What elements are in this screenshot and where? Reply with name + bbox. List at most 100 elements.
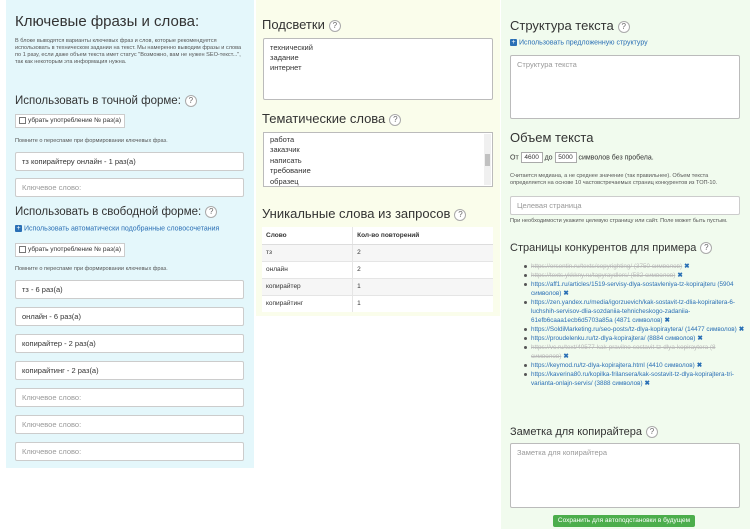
table-row: онлайн 2 [262,260,493,278]
list-item[interactable]: https://aff1.ru/articles/1519-servisy-dl… [523,280,745,298]
scrollbar-thumb[interactable] [485,154,490,166]
list-item[interactable]: https://SoldiMarketing.ru/seo-posts/tz-d… [523,325,745,334]
volume-from-input[interactable]: 4600 [520,152,543,163]
list-item[interactable]: https://ersentin.ru/texts/copyrighting/ … [523,262,745,271]
highlights-textarea[interactable]: технический задание интернет [263,38,493,100]
competitor-count: (14477 символов) [685,326,737,333]
list-item[interactable]: https://vc.ru/text/40577-kak-pravilno-so… [523,343,745,361]
use-suggested-structure-label: Использовать предложенную структуру [519,39,648,47]
question-circle-icon[interactable]: ? [184,95,197,107]
question-circle-icon[interactable]: ? [617,20,630,33]
remove-x-icon[interactable]: ✖ [697,334,702,343]
thematic-title: Тематические слова? [262,111,402,126]
exact-keyword-field-1[interactable]: тз копирайтеру онлайн - 1 раз(а) [15,152,244,171]
remove-x-icon[interactable]: ✖ [645,379,650,388]
competitor-link[interactable]: https://proudelenku.ru/tz-dlya-kopirajte… [531,335,645,342]
free-form-title: Использовать в свободной форме:? [15,206,218,219]
keywords-title: Ключевые фразы и слова: [15,13,200,30]
table-row: копирайтер 1 [262,277,493,295]
competitor-link[interactable]: https://texts.ykkkny.ru/tapyraydlers/ [531,272,629,279]
unique-words-title: Уникальные слова из запросов? [262,206,467,221]
plus-square-icon: + [510,39,517,46]
thematic-word: заказчик [270,145,300,155]
remove-x-icon[interactable]: ✖ [665,316,670,325]
competitor-count: (8884 символов) [647,335,696,342]
thematic-scrollbar[interactable] [484,134,491,185]
free-keyword-field-7[interactable]: Ключевое слово: [15,442,244,461]
free-keyword-field-3[interactable]: копирайтер - 2 раз(а) [15,334,244,353]
volume-to-input[interactable]: 5000 [554,152,577,163]
table-cell: 2 [352,260,493,278]
remove-x-icon[interactable]: ✖ [563,352,568,361]
highlight-line: интернет [270,63,302,72]
structure-panel: Структура текста? + Использовать предложе… [501,0,750,529]
use-suggested-structure-link[interactable]: + Использовать предложенную структуру [510,39,648,46]
exact-form-title: Использовать в точной форме:? [15,95,197,107]
competitor-count: (3888 символов) [594,380,643,387]
question-circle-icon[interactable]: ? [328,19,341,32]
use-auto-phrases-link[interactable]: + Использовать автоматически подобранные … [15,225,219,232]
question-circle-icon[interactable]: ? [700,242,713,255]
thematic-word: написать [270,155,302,165]
exact-keyword-field-2[interactable]: Ключевое слово: [15,178,244,197]
free-remove-count-checkbox[interactable]: убрать употребление № раз(а) [15,243,126,257]
list-item[interactable]: https://zen.yandex.ru/media/igorzuevich/… [523,298,745,325]
list-item[interactable]: https://kaverina80.ru/kopilka-frilansera… [523,370,745,388]
remove-x-icon[interactable]: ✖ [677,271,682,280]
remove-x-icon[interactable]: ✖ [563,289,568,298]
table-cell: копирайтинг [262,294,353,312]
table-cell: копирайтер [262,277,353,295]
thematic-word: требование [270,166,311,176]
highlight-line: задание [270,53,299,62]
checkbox-label: убрать употребление № раз(а) [28,117,122,124]
remove-x-icon[interactable]: ✖ [739,325,744,334]
save-for-autofill-button[interactable]: Сохранить для автоподстановки в будущем [553,515,695,527]
competitor-link[interactable]: https://vc.ru/text/40577-kak-pravilno-so… [531,344,708,351]
volume-range: От 4600 до 5000 символов без пробела. [510,152,654,163]
free-keyword-field-4[interactable]: копирайтинг - 2 раз(а) [15,361,244,380]
thematic-title-text: Тематические слова [262,111,386,126]
list-item[interactable]: https://texts.ykkkny.ru/tapyraydlers/ (5… [523,271,745,280]
highlight-line: технический [270,43,313,52]
list-item[interactable]: https://proudelenku.ru/tz-dlya-kopirajte… [523,334,745,343]
competitor-link[interactable]: https://keymod.ru/tz-dlya-kopirajtera.ht… [531,362,645,369]
competitor-link[interactable]: https://aff1.ru/articles/1519-servisy-dl… [531,281,716,288]
question-circle-icon[interactable]: ? [454,208,467,221]
table-cell: онлайн [262,260,353,278]
column-header: Слово [262,227,353,245]
competitor-count: (582 символов) [630,272,676,279]
question-circle-icon[interactable]: ? [389,113,402,126]
structure-title-text: Структура текста [510,18,614,33]
question-circle-icon[interactable]: ? [646,426,658,439]
exact-form-title-text: Использовать в точной форме: [15,95,181,108]
competitors-list: https://ersentin.ru/texts/copyrighting/ … [523,262,745,388]
highlights-title: Подсветки? [262,17,341,32]
remove-x-icon[interactable]: ✖ [684,262,689,271]
table-cell: 1 [352,277,493,295]
free-keyword-field-6[interactable]: Ключевое слово: [15,415,244,434]
table-cell: 1 [352,294,493,312]
target-page-input[interactable]: Целевая страница [510,196,740,215]
volume-to-label: до [544,154,553,162]
structure-textarea[interactable]: Структура текста [510,55,740,119]
competitor-link[interactable]: https://ersentin.ru/texts/copyrighting/ [531,263,632,270]
free-form-title-text: Использовать в свободной форме: [15,206,202,219]
question-circle-icon[interactable]: ? [205,206,218,218]
free-keyword-field-5[interactable]: Ключевое слово: [15,388,244,407]
list-item[interactable]: https://keymod.ru/tz-dlya-kopirajtera.ht… [523,361,745,370]
exact-hint: Помните о переспаме при формировании клю… [15,138,168,144]
competitor-count: (4871 символов) [614,317,663,324]
thematic-words-list[interactable]: работа заказчик написать требование обра… [263,132,493,187]
free-keyword-field-2[interactable]: онлайн - 6 раз(а) [15,307,244,326]
competitor-link[interactable]: https://SoldiMarketing.ru/seo-posts/tz-d… [531,326,683,333]
checkbox-box[interactable] [19,245,26,253]
free-keyword-field-1[interactable]: тз - 6 раз(а) [15,280,244,299]
table-cell: тз [262,243,353,261]
volume-unit-label: символов без пробела. [578,154,654,162]
remove-x-icon[interactable]: ✖ [697,361,702,370]
checkbox-box[interactable] [19,116,26,124]
exact-remove-count-checkbox[interactable]: убрать употребление № раз(а) [15,114,126,128]
volume-from-label: От [510,154,519,162]
copywriter-note-textarea[interactable]: Заметка для копирайтера [510,443,740,508]
structure-title: Структура текста? [510,18,630,33]
